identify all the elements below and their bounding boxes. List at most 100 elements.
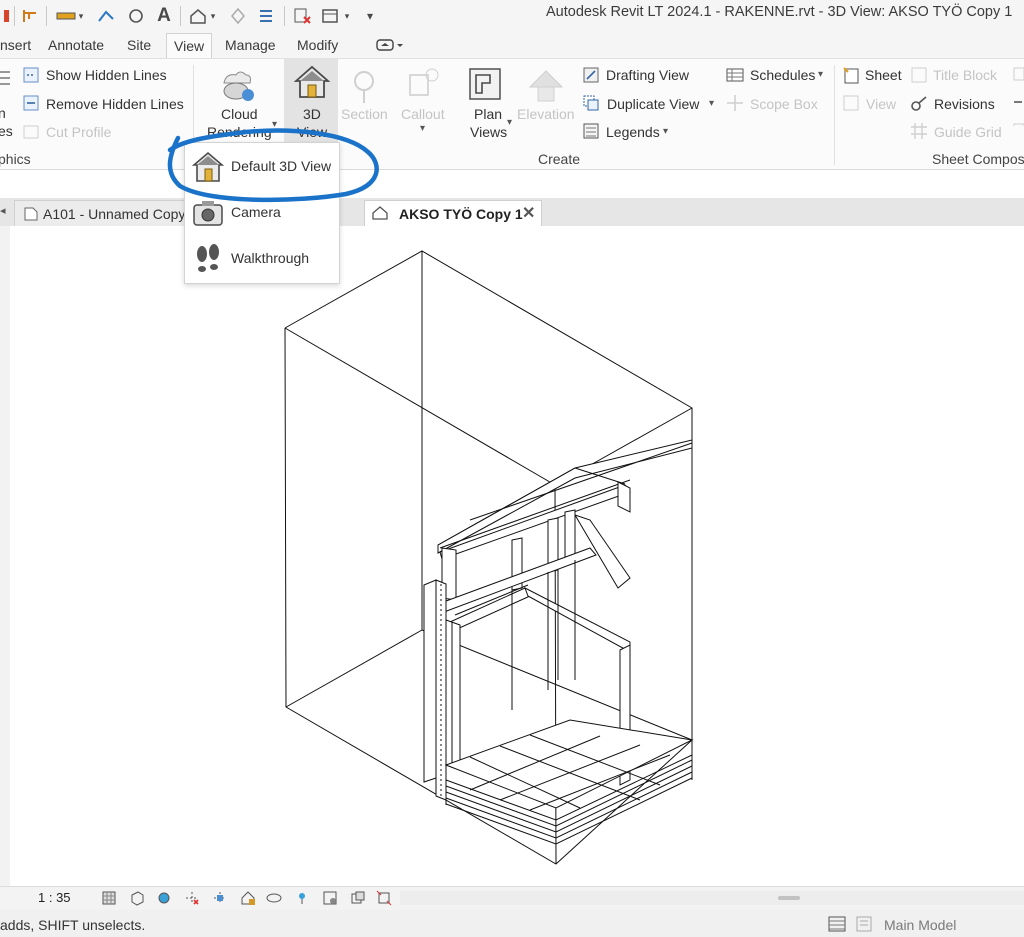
design-options-icon[interactable] (856, 916, 874, 937)
drafting-view-icon[interactable] (582, 66, 600, 84)
create-panel-title: Create (538, 151, 581, 167)
temporary-hide-icon[interactable] (266, 890, 282, 906)
chevron-down-icon[interactable]: ▾ (272, 119, 277, 130)
sheet-icon[interactable] (842, 66, 860, 84)
home-icon[interactable] (188, 6, 208, 26)
callout-button: Callout (401, 106, 445, 122)
camera-menu-item[interactable]: Camera (185, 191, 339, 235)
align-icon[interactable] (96, 6, 116, 26)
title-block-button: Title Block (933, 67, 998, 83)
duplicate-view-icon[interactable] (582, 94, 600, 112)
window-title: Autodesk Revit LT 2024.1 - RAKENNE.rvt -… (546, 4, 1013, 20)
cloud-rendering-icon[interactable] (218, 65, 258, 105)
light-icon[interactable] (228, 6, 248, 26)
thin-lines-icon[interactable] (256, 6, 276, 26)
revisions-icon[interactable] (910, 94, 928, 112)
cloud-rendering-label-1: Cloud (221, 106, 258, 122)
schedules-button[interactable]: Schedules (750, 67, 815, 83)
duplicate-view-button[interactable]: Duplicate View (607, 96, 699, 112)
revisions-button[interactable]: Revisions (934, 96, 995, 112)
tab-view[interactable]: View (166, 33, 213, 58)
visibility-graphics-icon[interactable] (0, 69, 18, 87)
plan-views-button[interactable]: Views (470, 124, 507, 140)
ribbon-panel: n es Show Hidden Lines Remove Hidden Lin… (0, 58, 1024, 170)
chevron-down-icon[interactable]: ▾ (76, 6, 86, 26)
beams (437, 547, 631, 653)
text-icon[interactable]: A (154, 5, 174, 26)
legends-button[interactable]: Legends (606, 124, 660, 140)
customize-toolbar-icon[interactable]: ▾ (360, 6, 380, 26)
3d-view-button[interactable]: View (297, 124, 327, 140)
active-workset[interactable]: Main Model (884, 917, 956, 933)
chevron-down-icon[interactable]: ▾ (342, 6, 352, 26)
reveal-hidden-icon[interactable] (294, 890, 310, 906)
crop-view-icon[interactable] (212, 890, 228, 906)
view-tab-a101[interactable]: A101 - Unnamed Copy (14, 200, 186, 226)
toolbar-separator (180, 6, 181, 26)
status-bar: adds, SHIFT unselects. Main Model (0, 910, 1024, 937)
show-hidden-lines-button[interactable]: Show Hidden Lines (46, 67, 167, 83)
elevation-button: Elevation (517, 106, 575, 122)
detail-level-icon[interactable] (101, 890, 117, 906)
remove-hidden-lines-button[interactable]: Remove Hidden Lines (46, 96, 184, 112)
graphics-panel-title: phics (0, 151, 31, 167)
walkthrough-menu-item[interactable]: Walkthrough (185, 237, 339, 281)
sun-path-icon[interactable] (156, 890, 172, 906)
house-icon[interactable] (292, 63, 332, 103)
chevron-down-icon[interactable]: ▾ (818, 69, 823, 80)
drafting-view-button[interactable]: Drafting View (606, 67, 689, 83)
place-view-button: View (866, 96, 897, 112)
dimension-icon[interactable] (56, 6, 76, 26)
chevron-down-icon[interactable]: ▾ (208, 6, 218, 26)
footprints-icon (191, 242, 225, 276)
guide-grid-icon (910, 122, 928, 140)
schedules-icon[interactable] (726, 66, 744, 84)
view-scale[interactable]: 1 : 35 (38, 890, 71, 905)
sheet-icon (24, 207, 38, 224)
drawing-canvas[interactable] (10, 226, 1024, 886)
legends-icon[interactable] (582, 122, 600, 140)
close-hidden-icon[interactable] (292, 6, 312, 26)
chevron-down-icon[interactable]: ▾ (709, 98, 714, 109)
spot-icon[interactable] (126, 6, 146, 26)
floor (444, 719, 694, 811)
chevron-down-icon[interactable]: ▾ (507, 117, 512, 128)
sheet-button[interactable]: Sheet (865, 67, 902, 83)
3d-view-dropdown: Default 3D View Camera Walkthrough (184, 142, 340, 284)
show-hidden-lines-icon[interactable] (22, 66, 40, 84)
3d-model-view[interactable] (10, 226, 1024, 886)
shadows-icon[interactable] (184, 890, 200, 906)
tab-manage[interactable]: Manage (225, 37, 276, 53)
chevron-down-icon[interactable]: ▾ (663, 126, 668, 137)
menu-item-label: Camera (231, 204, 281, 220)
switch-windows-icon[interactable] (320, 6, 340, 26)
scrollbar-thumb[interactable] (778, 896, 800, 900)
plan-views-icon[interactable] (466, 65, 506, 105)
scope-box-icon (726, 94, 744, 112)
chevron-left-icon[interactable]: ◂ (0, 204, 6, 217)
3d-view-label-1: 3D (303, 106, 321, 122)
tab-annotate[interactable]: Annotate (48, 37, 104, 53)
view-tab-akso[interactable]: AKSO TYÖ Copy 1 ✕ (364, 200, 542, 226)
visual-style-icon[interactable] (129, 890, 145, 906)
open-icon[interactable] (0, 6, 12, 26)
remove-hidden-lines-icon[interactable] (22, 94, 40, 112)
contextual-toggle-icon[interactable] (376, 38, 404, 55)
analytical-model-icon[interactable] (350, 890, 366, 906)
default-3d-view-menu-item[interactable]: Default 3D View (185, 145, 339, 189)
worksets-icon[interactable] (828, 916, 846, 937)
guide-grid-button: Guide Grid (934, 124, 1002, 140)
tab-insert[interactable]: nsert (0, 37, 31, 53)
sheet-composition-panel-title: Sheet Composi (932, 151, 1024, 167)
cloud-rendering-button[interactable]: Rendering (207, 124, 272, 140)
temporary-properties-icon[interactable] (322, 890, 338, 906)
tab-site[interactable]: Site (127, 37, 151, 53)
place-view-icon (842, 94, 860, 112)
measure-icon[interactable] (20, 6, 40, 26)
horizontal-scrollbar[interactable] (400, 891, 1024, 905)
highlight-displacement-icon[interactable] (376, 890, 392, 906)
view-tab-label: AKSO TYÖ Copy 1 (399, 206, 523, 222)
tab-modify[interactable]: Modify (297, 37, 338, 53)
close-icon[interactable]: ✕ (522, 203, 535, 223)
locked-view-icon[interactable] (240, 890, 256, 906)
